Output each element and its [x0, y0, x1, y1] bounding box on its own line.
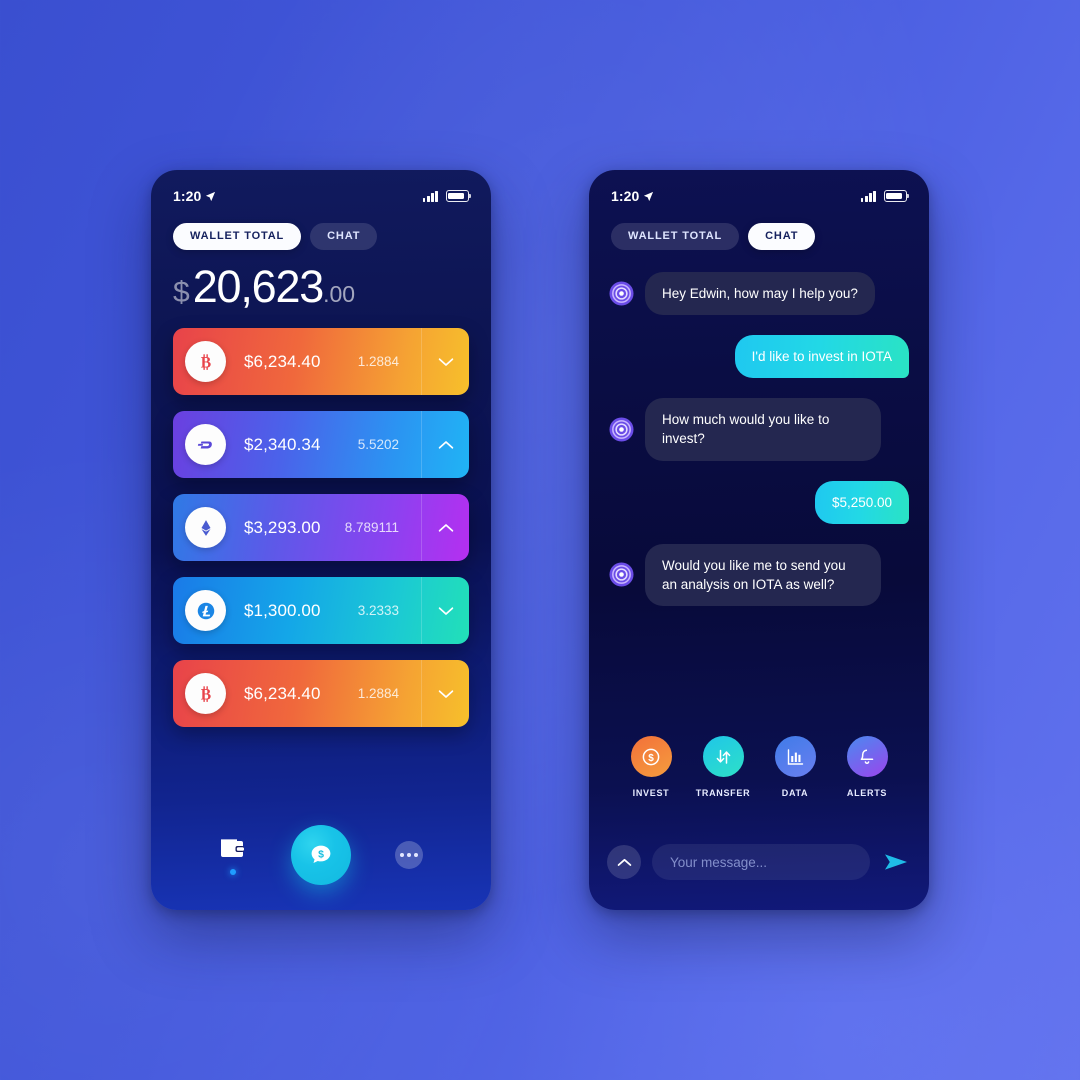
quick-action-alerts[interactable]: ALERTS: [835, 736, 899, 798]
chevron-up-icon[interactable]: [421, 494, 469, 561]
chat-bubble: $5,250.00: [814, 480, 909, 524]
chat-bubble: Would you like me to send you an analysi…: [645, 543, 881, 607]
balance-whole: 20,623: [192, 261, 325, 312]
coin-quantity: 8.789111: [344, 520, 399, 535]
pay-fab-button[interactable]: $: [291, 825, 351, 885]
svg-text:$: $: [648, 753, 654, 764]
signal-bars-icon: [860, 190, 876, 202]
message-composer: [589, 844, 929, 880]
bar-chart-icon: [774, 736, 816, 777]
coin-card-bitcoin[interactable]: B $6,234.40 1.2884: [173, 328, 469, 395]
quick-action-bar: $ INVEST TRANSFER DATA ALERTS: [589, 736, 929, 798]
coin-card-ethereum[interactable]: $3,293.00 8.789111: [173, 494, 469, 561]
status-bar: 1:20: [151, 170, 491, 210]
location-arrow-icon: [206, 191, 216, 201]
tab-chat[interactable]: CHAT: [310, 223, 378, 250]
wallet-phone: 1:20 WALLET TOTAL CHAT $ 20,623 .00 B $6…: [151, 170, 491, 910]
bell-icon: [846, 736, 888, 777]
balance-currency-symbol: $: [173, 276, 190, 309]
chat-message-user: I'd like to invest in IOTA: [609, 335, 909, 379]
wallet-icon: [221, 838, 244, 857]
quick-action-label: INVEST: [632, 788, 670, 798]
tab-wallet-total[interactable]: WALLET TOTAL: [173, 223, 302, 250]
quick-action-label: DATA: [781, 788, 809, 798]
quick-action-label: ALERTS: [846, 788, 888, 798]
svg-text:$: $: [318, 849, 324, 861]
coin-quantity: 3.2333: [357, 603, 399, 618]
chat-message-bot: How much would you like to invest?: [609, 398, 909, 461]
chat-message-list: Hey Edwin, how may I help you? I'd like …: [589, 250, 929, 607]
nav-item-pay[interactable]: $: [291, 825, 351, 885]
bitcoin-icon: B: [185, 341, 226, 382]
coin-amount: $2,340.34: [244, 434, 321, 454]
chat-bubble: How much would you like to invest?: [645, 398, 881, 461]
status-bar-clock: 1:20: [173, 188, 202, 204]
chevron-down-icon[interactable]: [421, 660, 469, 727]
svg-text:B: B: [200, 686, 210, 703]
dash-icon: [185, 424, 226, 465]
chevron-down-icon[interactable]: [421, 328, 469, 395]
coin-quantity: 1.2884: [357, 354, 399, 369]
litecoin-icon: [185, 590, 226, 631]
status-bar-left: 1:20: [173, 188, 216, 204]
status-bar-right: [860, 190, 910, 202]
coin-amount: $1,300.00: [244, 600, 321, 620]
status-bar-right: [422, 190, 472, 202]
coin-card-dash[interactable]: $2,340.34 5.5202: [173, 411, 469, 478]
quick-action-data[interactable]: DATA: [763, 736, 827, 798]
chevron-down-icon[interactable]: [421, 577, 469, 644]
coin-quantity: 1.2884: [357, 686, 399, 701]
battery-icon: [446, 190, 472, 202]
wallet-balance: $ 20,623 .00: [151, 250, 491, 310]
coin-list: B $6,234.40 1.2884 $2,340.34 5.5202 $3,2…: [151, 310, 491, 727]
chat-message-bot: Hey Edwin, how may I help you?: [609, 272, 909, 316]
quick-action-transfer[interactable]: TRANSFER: [691, 736, 755, 798]
expand-composer-button[interactable]: [607, 845, 641, 879]
svg-text:B: B: [200, 354, 210, 371]
chat-message-user: $5,250.00: [609, 480, 909, 524]
nav-item-wallet[interactable]: [219, 836, 247, 875]
coin-amount: $6,234.40: [244, 351, 321, 371]
chevron-up-icon[interactable]: [421, 411, 469, 478]
battery-icon: [884, 190, 910, 202]
chat-phone: 1:20 WALLET TOTAL CHAT Hey Edwin, how ma…: [589, 170, 929, 910]
coin-card-bitcoin-2[interactable]: B $6,234.40 1.2884: [173, 660, 469, 727]
assistant-avatar: [609, 417, 634, 442]
chat-bubble: I'd like to invest in IOTA: [734, 335, 909, 379]
wallet-bottom-nav: $: [151, 800, 491, 910]
status-bar-left: 1:20: [611, 188, 654, 204]
signal-bars-icon: [422, 190, 438, 202]
chat-bubble: Hey Edwin, how may I help you?: [645, 272, 875, 316]
more-dots-icon[interactable]: [395, 841, 423, 869]
quick-action-label: TRANSFER: [695, 788, 751, 798]
ethereum-icon: [185, 507, 226, 548]
send-message-button[interactable]: [881, 851, 911, 873]
message-input[interactable]: [652, 844, 870, 880]
nav-item-more[interactable]: [395, 841, 423, 869]
chat-tab-bar: WALLET TOTAL CHAT: [589, 210, 929, 250]
quick-action-invest[interactable]: $ INVEST: [619, 736, 683, 798]
coin-quantity: 5.5202: [357, 437, 399, 452]
status-bar-clock: 1:20: [611, 188, 640, 204]
dollar-coin-icon: $: [630, 736, 672, 777]
transfer-arrows-icon: [702, 736, 744, 777]
coin-amount: $3,293.00: [244, 517, 321, 537]
balance-decimal: .00: [323, 281, 356, 307]
coin-card-litecoin[interactable]: $1,300.00 3.2333: [173, 577, 469, 644]
chat-message-bot: Would you like me to send you an analysi…: [609, 543, 909, 607]
tab-wallet-total[interactable]: WALLET TOTAL: [611, 223, 740, 250]
chat-dollar-icon: $: [311, 845, 331, 863]
tab-chat[interactable]: CHAT: [748, 223, 816, 250]
assistant-avatar: [609, 281, 634, 306]
status-bar: 1:20: [589, 170, 929, 210]
coin-amount: $6,234.40: [244, 683, 321, 703]
chevron-up-icon: [617, 858, 631, 866]
send-arrow-icon: [885, 854, 907, 870]
assistant-avatar: [609, 562, 634, 587]
bitcoin-icon: B: [185, 673, 226, 714]
location-arrow-icon: [644, 191, 654, 201]
wallet-tab-bar: WALLET TOTAL CHAT: [151, 210, 491, 250]
nav-active-dot: [230, 868, 236, 875]
